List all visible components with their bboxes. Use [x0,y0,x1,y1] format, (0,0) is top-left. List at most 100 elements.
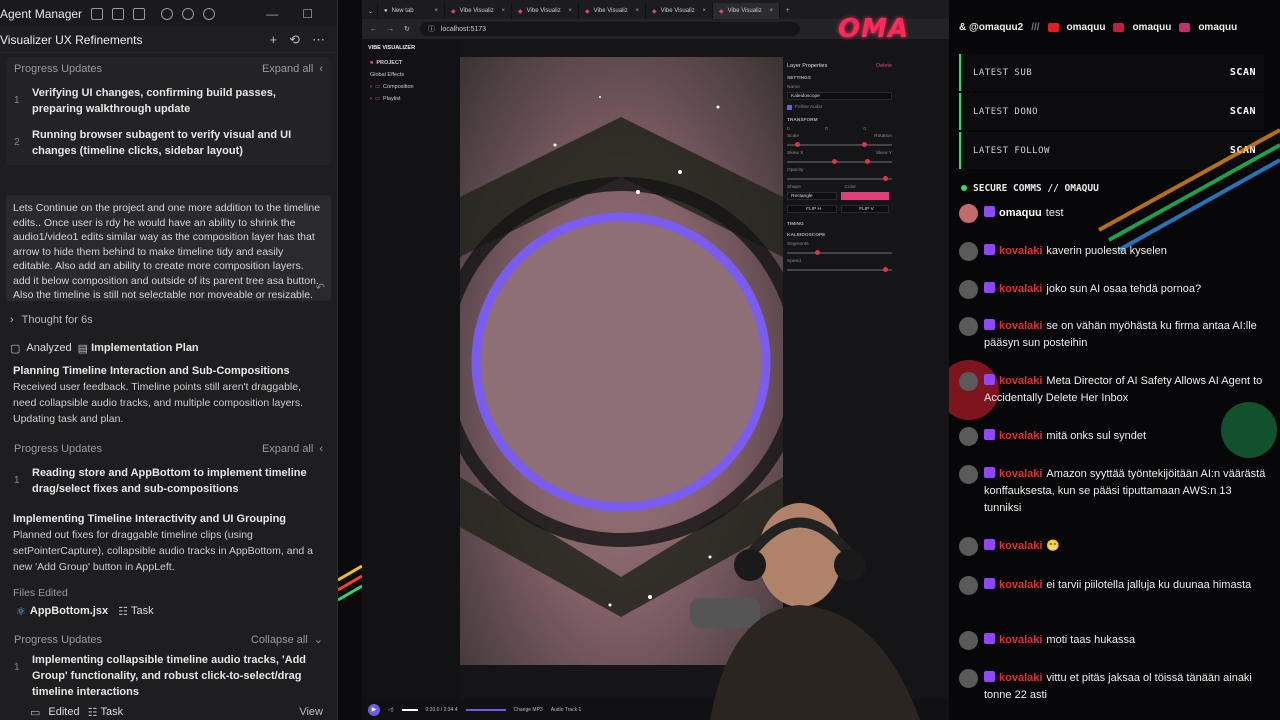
forward-icon[interactable]: → [387,26,394,33]
new-chat-icon[interactable]: + [270,32,278,48]
chat-message: kovalaki se on vähän myöhästä ku firma an… [959,317,1267,373]
segments-slider[interactable] [787,250,892,255]
analyzed-file-link[interactable]: Implementation Plan [91,342,199,354]
avatar [959,465,978,484]
twitch-badge-icon [984,633,995,644]
progress-card-2: Progress Updates Expand all ‹ 1 Reading … [6,437,331,503]
more-icon[interactable]: ⋯ [312,32,325,48]
skew-slider[interactable] [787,159,892,164]
conversation-title: Visualizer UX Refinements [0,32,143,47]
chat-message: kovalaki Amazon syyttää työntekijöitään A… [959,465,1267,538]
chevron-down-icon[interactable]: ⌄ [314,633,323,646]
browser-tab[interactable]: ◆ Vibe Visualiz × [579,3,646,19]
chat-message: kovalaki joko sun AI osaa tehdä pornoa? [959,280,1267,318]
time-readout: 0:20.0 / 2:34.4 [425,706,458,713]
tree-item-playlist[interactable]: › ▭ Playlist [362,93,460,105]
file-link[interactable]: Task [131,605,154,617]
audio-track-select[interactable]: Audio Track 1 [551,707,582,713]
tree-item-global-effects[interactable]: Global Effects [362,69,460,81]
pos-y-field[interactable]: 0 [825,127,828,132]
chevron-left-icon[interactable]: ‹ [319,63,323,75]
section-transform[interactable]: TRANSFORM [783,115,896,126]
browser-tab[interactable]: ◆ Vibe Visualiz × [512,3,579,19]
footer-row: ▭ Edited ☷ Task View [30,706,323,719]
stream-overlay: & @omaquu2 /// omaquu omaquu omaquu LATE… [949,0,1280,720]
undo-icon[interactable]: ↶ [316,281,325,296]
maximize-icon[interactable]: ☐ [302,7,313,21]
play-button[interactable]: ▶ [368,703,380,716]
task-icon: ☷ [118,605,128,618]
chat-message: kovalaki vittu et pitäs jaksaa ol töissä … [959,669,1267,710]
conversation-header: Visualizer UX Refinements + ⟲ ⋯ [0,27,337,53]
seek-slider[interactable] [465,708,506,711]
site-info-icon[interactable]: ⓘ [428,24,435,34]
back-icon[interactable]: ← [370,26,377,33]
file-icon: ▢ [10,342,21,355]
tab-menu-icon[interactable]: ⌄ [362,3,378,19]
reload-icon[interactable]: ↻ [404,25,410,33]
color-swatch[interactable] [841,192,889,200]
section-settings[interactable]: SETTINGS [783,73,896,84]
chevron-right-icon[interactable]: › [370,84,372,90]
agent-panel: Agent Manager — ☐ Visualizer UX Refineme… [0,0,338,720]
progress-header: Progress Updates [14,63,103,75]
chat-message: omaquu test [959,204,1267,243]
flip-v-button[interactable]: FLIP V [841,205,889,213]
avatar [959,537,978,556]
gear-icon[interactable] [182,7,195,20]
opacity-slider[interactable] [787,176,892,181]
twitch-badge-icon [984,244,995,255]
browser-tab[interactable]: ● New tab × [378,3,445,19]
avatar[interactable] [203,7,216,20]
history-icon[interactable]: ⟲ [289,32,300,48]
browser-tab-active[interactable]: ◆ Vibe Visualiz × [713,3,780,19]
volume-slider[interactable] [401,708,418,711]
view-button[interactable]: View [299,706,323,718]
flip-h-button[interactable]: FLIP H [787,205,837,213]
chat-messages: omaquu test kovalaki kaverin puolesta kyse… [959,204,1267,710]
scale-slider[interactable] [787,142,892,147]
chat-message: kovalaki kaverin puolesta kyselen [959,242,1267,281]
agent-titlebar: Agent Manager — ☐ [0,0,337,27]
minimize-icon[interactable]: — [266,7,278,21]
chevron-right-icon[interactable]: › [370,96,372,102]
browser-tab[interactable]: ◆ Vibe Visualiz × [445,3,512,19]
progress-card-1: Progress Updates Expand all ‹ 1 Verifyin… [6,57,331,165]
layout-right-icon[interactable] [133,7,146,20]
chevron-left-icon[interactable]: ‹ [319,443,323,455]
task-body: Received user feedback. Timeline points … [13,381,304,425]
browser-tab[interactable]: ◆ Vibe Visualiz × [646,3,713,19]
section-timing[interactable]: TIMING [783,219,896,230]
name-field[interactable]: Kaleidoscope [787,92,892,100]
user-message[interactable]: Lets Continue on the project and one mor… [6,195,331,301]
thought-toggle[interactable]: › Thought for 6s [0,309,337,331]
chat-message: kovalaki ei tarvii piilotella jalluja ku … [959,576,1267,632]
delete-button[interactable]: Delete [876,63,892,69]
new-tab-icon[interactable]: + [780,3,796,19]
chat-message: kovalaki moti taas hukassa [959,631,1267,670]
browser-icon[interactable] [161,7,174,20]
speed-slider[interactable] [787,267,892,272]
tree-item-composition[interactable]: › ▭ Composition [362,81,460,93]
expand-all-button[interactable]: Expand all [262,443,313,455]
pos-x-field[interactable]: 0 [787,127,790,132]
files-edited-label: Files Edited [13,587,68,599]
change-mp3-button[interactable]: Change MP3 [514,707,543,713]
file-link[interactable]: AppBottom.jsx [30,605,108,617]
section-kaleidoscope[interactable]: KALEIDOSCOPE [783,230,896,241]
app-sidebar: VIBE VISUALIZER ■ PROJECT Global Effects… [362,39,460,699]
pos-z-field[interactable]: 0 [863,127,866,132]
collapse-all-button[interactable]: Collapse all [251,634,308,646]
expand-all-button[interactable]: Expand all [262,63,313,75]
chat-message: kovalaki mitä onks sul syndet [959,427,1267,466]
shape-select[interactable]: Rectangle [787,192,837,200]
project-header: ■ PROJECT [370,60,403,66]
url-input[interactable]: ⓘ localhost:5173 [419,22,800,36]
layout-bottom-icon[interactable] [112,7,125,20]
file-icon: ▤ [77,342,89,355]
follow-audio-checkbox[interactable]: Follow Audio [783,104,896,111]
panel-title: Layer Properties [787,63,828,69]
volume-icon[interactable]: ◁) [388,707,394,713]
app-brand: VIBE VISUALIZER [368,45,416,51]
layout-left-icon[interactable] [91,7,104,20]
